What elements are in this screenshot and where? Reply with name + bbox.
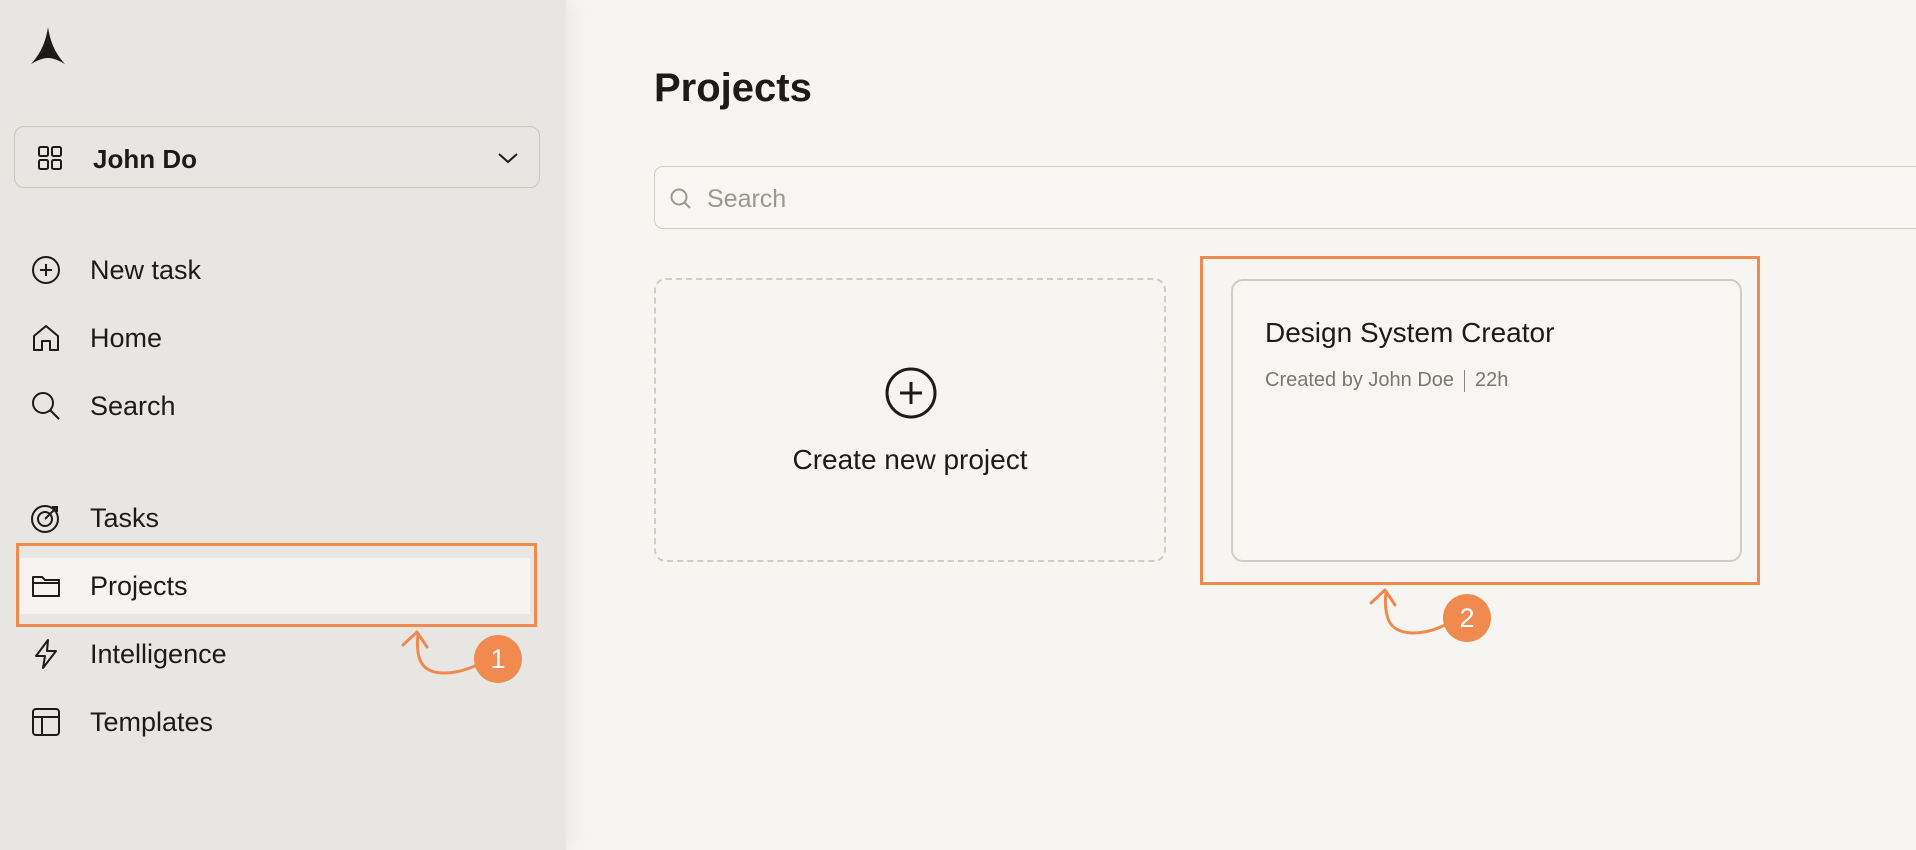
sidebar-item-label: Intelligence [90, 639, 227, 669]
annotation-badge: 1 [474, 635, 522, 683]
plus-circle-icon [885, 367, 937, 419]
chevron-down-icon [498, 153, 518, 164]
sidebar: John Do New task Home Search Tasks Proje… [0, 0, 566, 850]
sidebar-item-search[interactable]: Search [20, 378, 530, 434]
sidebar-item-label: New task [90, 255, 202, 285]
logo-icon [31, 27, 65, 64]
home-icon [33, 325, 59, 351]
target-icon [31, 505, 59, 533]
plus-circle-icon [32, 256, 60, 284]
sidebar-item-tasks[interactable]: Tasks [20, 490, 530, 546]
grid-icon [38, 146, 62, 170]
sidebar-item-new-task[interactable]: New task [20, 242, 530, 298]
sidebar-item-label: Tasks [90, 503, 160, 533]
create-project-label: Create new project [792, 444, 1028, 475]
lightning-icon [35, 639, 57, 669]
highlight-box-project-card [1200, 256, 1760, 585]
sidebar-item-label: Search [90, 391, 176, 421]
search-icon [32, 392, 60, 420]
search-bar[interactable] [654, 166, 1916, 229]
workspace-selector[interactable]: John Do [14, 126, 540, 188]
search-icon [670, 188, 691, 209]
page-title: Projects [654, 66, 812, 110]
workspace-name: John Do [93, 144, 197, 174]
sidebar-item-templates[interactable]: Templates [20, 694, 530, 750]
highlight-box-projects [16, 543, 537, 627]
create-project-card[interactable]: Create new project [654, 278, 1166, 562]
sidebar-item-label: Templates [90, 707, 214, 737]
sidebar-item-home[interactable]: Home [20, 310, 530, 366]
sidebar-item-label: Home [90, 323, 163, 353]
search-input[interactable] [705, 179, 1809, 219]
layout-icon [32, 708, 60, 736]
annotation-badge: 2 [1443, 594, 1491, 642]
